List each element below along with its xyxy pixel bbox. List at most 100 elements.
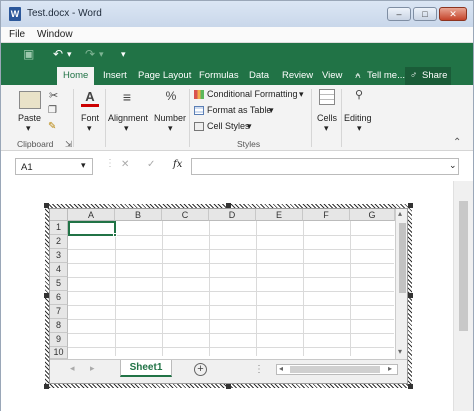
fill-handle[interactable] [113,233,117,237]
resize-handle[interactable] [408,203,413,208]
resize-handle[interactable] [44,203,49,208]
column-header-d[interactable]: D [209,209,256,221]
alignment-dropdown-icon[interactable]: ▾ [124,123,129,134]
enter-icon[interactable]: ✓ [147,159,155,170]
cell-styles-icon[interactable] [194,122,204,131]
row-header-1[interactable]: 1 [50,221,68,235]
resize-handle[interactable] [44,293,49,298]
row-header-10[interactable]: 10 [50,347,68,359]
cells-dropdown-icon[interactable]: ▾ [324,123,329,134]
name-box-dropdown-icon[interactable]: ▾ [81,160,86,171]
sheet-scrollbar-thumb[interactable] [399,223,406,293]
scroll-up-icon[interactable]: ▴ [398,209,402,218]
add-sheet-button[interactable]: + [194,363,207,376]
column-header-c[interactable]: C [162,209,209,221]
scroll-down-icon[interactable]: ▾ [398,347,402,356]
tab-insert[interactable]: Insert [103,70,127,81]
cells-label[interactable]: Cells [317,113,337,123]
cancel-icon[interactable]: ✕ [121,159,129,170]
column-header-b[interactable]: B [115,209,162,221]
font-icon[interactable]: A [81,89,99,107]
resize-handle[interactable] [226,203,231,208]
font-dropdown-icon[interactable]: ▾ [87,123,92,134]
formula-input[interactable] [191,158,459,175]
undo-icon[interactable]: ↶ [53,47,63,61]
number-dropdown-icon[interactable]: ▾ [168,123,173,134]
number-icon[interactable]: % [161,89,181,107]
horizontal-scrollbar-thumb[interactable] [290,366,380,373]
conditional-formatting-dropdown-icon[interactable]: ▾ [299,89,304,100]
resize-handle[interactable] [226,384,231,389]
clipboard-launcher-icon[interactable]: ⇲ [65,139,72,150]
paste-label[interactable]: Paste [18,113,41,123]
column-header-f[interactable]: F [303,209,350,221]
customize-qat-icon[interactable]: ▾ [121,49,126,60]
cell-styles-dropdown-icon[interactable]: ▾ [247,121,252,132]
redo-dropdown-icon[interactable]: ▾ [99,49,104,60]
alignment-icon[interactable]: ≡ [117,89,137,107]
format-as-table-label[interactable]: Format as Table [207,105,271,115]
tab-data[interactable]: Data [249,70,269,81]
row-header-8[interactable]: 8 [50,319,68,333]
copy-icon[interactable]: ❐ [48,105,57,116]
document-vertical-scrollbar[interactable] [453,181,473,411]
resize-handle[interactable] [408,293,413,298]
column-header-e[interactable]: E [256,209,303,221]
tab-view[interactable]: View [322,70,342,81]
embedded-worksheet[interactable]: A B C D E F G 1 2 3 4 5 6 7 8 9 10 ▴ ▾ ◂… [49,208,408,384]
insert-function-icon[interactable]: fx [173,159,182,170]
selected-cell-a1[interactable] [68,221,116,236]
redo-icon[interactable]: ↷ [85,47,95,61]
collapse-ribbon-icon[interactable]: ⌃ [453,137,461,148]
maximize-button[interactable]: □ [413,7,437,21]
expand-formula-bar-icon[interactable]: ⌄ [449,160,457,171]
row-header-6[interactable]: 6 [50,291,68,305]
sheet-tab-sheet1[interactable]: Sheet1 [120,360,172,377]
scrollbar-thumb[interactable] [459,201,468,331]
prev-sheet-icon[interactable]: ◂ [70,363,75,374]
close-button[interactable]: ✕ [439,7,467,21]
tab-home[interactable]: Home [57,67,95,85]
resize-handle[interactable] [44,384,49,389]
column-header-g[interactable]: G [350,209,395,221]
scroll-right-icon[interactable]: ▸ [388,364,392,373]
row-header-2[interactable]: 2 [50,235,68,249]
tell-me-search[interactable]: Tell me... [367,70,405,81]
paste-dropdown-icon[interactable]: ▾ [26,123,31,134]
row-header-3[interactable]: 3 [50,249,68,263]
menu-file[interactable]: File [9,29,25,40]
save-icon[interactable]: ▣ [23,47,34,61]
scroll-left-icon[interactable]: ◂ [279,364,283,373]
alignment-label[interactable]: Alignment [108,113,148,123]
font-label[interactable]: Font [81,113,99,123]
row-header-7[interactable]: 7 [50,305,68,319]
tab-review[interactable]: Review [282,70,313,81]
menu-window[interactable]: Window [37,29,73,40]
next-sheet-icon[interactable]: ▸ [90,363,95,374]
resize-handle[interactable] [408,384,413,389]
row-header-5[interactable]: 5 [50,277,68,291]
tab-formulas[interactable]: Formulas [199,70,239,81]
conditional-formatting-icon[interactable] [194,90,204,99]
editing-label[interactable]: Editing [344,113,372,123]
undo-dropdown-icon[interactable]: ▾ [67,49,72,60]
tab-split-handle[interactable]: ⋮ [254,364,264,375]
sheet-horizontal-scrollbar[interactable]: ◂ ▸ [276,364,398,375]
tab-page-layout[interactable]: Page Layout [138,70,191,81]
find-search-icon[interactable]: ⚲ [351,88,367,104]
editing-dropdown-icon[interactable]: ▾ [357,123,362,134]
format-painter-icon[interactable]: ✎ [48,121,56,132]
conditional-formatting-label[interactable]: Conditional Formatting [207,89,298,99]
number-label[interactable]: Number [154,113,186,123]
cut-icon[interactable]: ✂ [49,89,58,102]
cells-icon[interactable] [319,89,335,105]
sheet-vertical-scrollbar[interactable]: ▴ ▾ [395,209,407,359]
select-all-corner[interactable] [50,209,68,221]
cell-styles-label[interactable]: Cell Styles [207,121,250,131]
format-as-table-dropdown-icon[interactable]: ▾ [269,105,274,116]
column-header-a[interactable]: A [68,209,115,221]
format-as-table-icon[interactable] [194,106,204,115]
paste-icon[interactable] [19,91,41,109]
row-header-9[interactable]: 9 [50,333,68,347]
row-header-4[interactable]: 4 [50,263,68,277]
